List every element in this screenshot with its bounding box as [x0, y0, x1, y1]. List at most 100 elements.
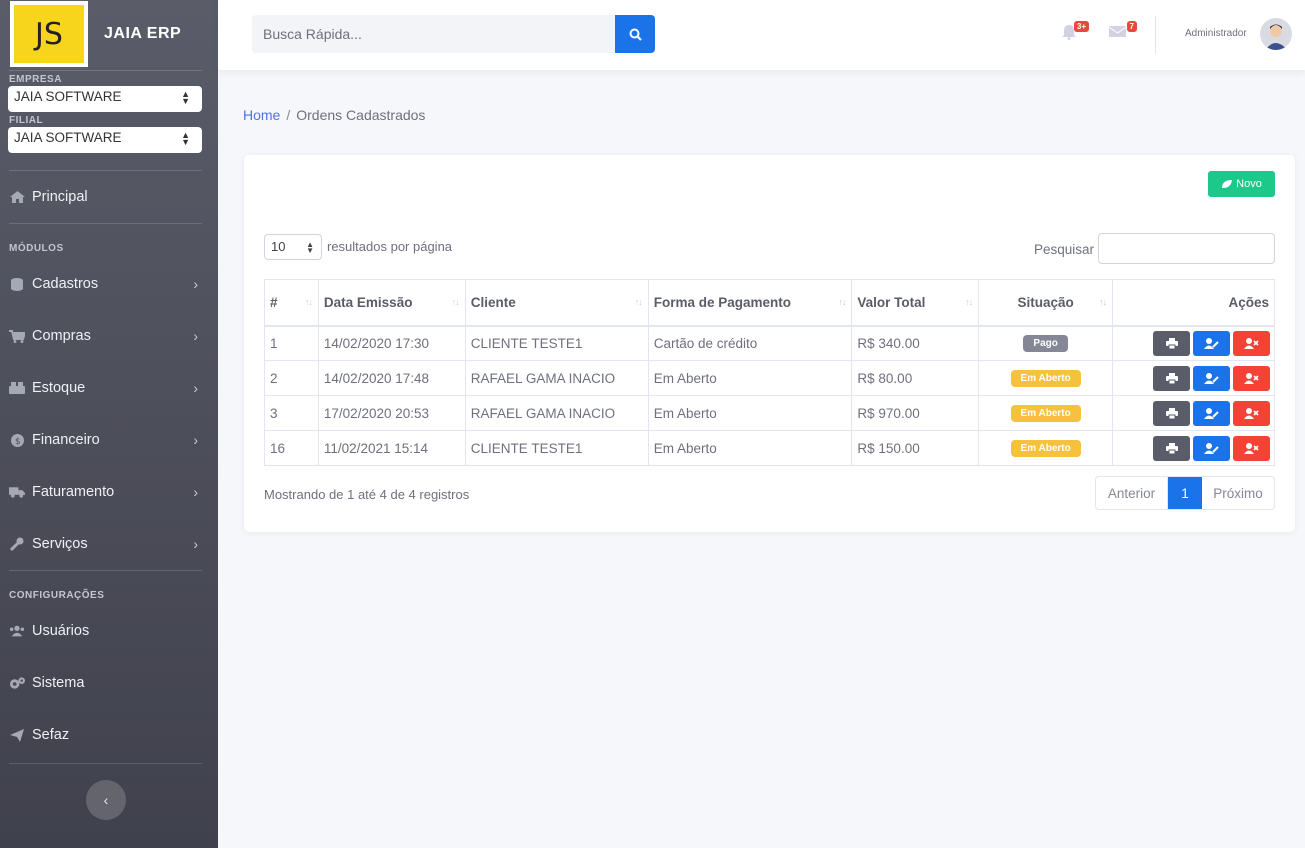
cell-data-emissao: 11/02/2021 15:14 [317, 430, 466, 466]
nav-principal[interactable]: Principal [0, 171, 218, 223]
cell-forma-pagamento: Cartão de crédito [647, 325, 853, 361]
nav-compras[interactable]: Compras › [0, 310, 218, 362]
user-remove-icon [1244, 407, 1259, 419]
column-header[interactable]: Data Emissão ↑↓ [317, 279, 466, 327]
empresa-value: JAIA SOFTWARE [14, 89, 122, 104]
select-arrows-icon: ▲ ▼ [181, 89, 190, 106]
edit-button[interactable] [1193, 435, 1230, 461]
status-badge: Pago [1023, 335, 1068, 353]
sidebar: JS JAIA ERP EMPRESA JAIA SOFTWARE ▲ ▼ FIL… [0, 0, 218, 848]
cell-id: 1 [264, 325, 319, 361]
user-edit-icon [1204, 442, 1219, 454]
nav-sistema[interactable]: Sistema [0, 657, 218, 709]
print-button[interactable] [1153, 400, 1190, 426]
sidebar-toggle-button[interactable]: ‹ [86, 780, 126, 820]
column-header[interactable]: Valor Total ↑↓ [851, 279, 980, 327]
delete-button[interactable] [1233, 435, 1270, 461]
users-icon [9, 625, 25, 637]
search-button[interactable] [615, 15, 655, 53]
nav-financeiro-label: Financeiro [32, 432, 100, 448]
table-row[interactable]: 16 11/02/2021 15:14 CLIENTE TESTE1 Em Abert… [264, 430, 1275, 466]
pagination-previous[interactable]: Anterior [1096, 477, 1168, 509]
nav-usuarios[interactable]: Usuários [0, 605, 218, 657]
delete-button[interactable] [1233, 365, 1270, 391]
alerts-button[interactable]: 3+ [1061, 21, 1089, 44]
user-remove-icon [1244, 442, 1259, 454]
column-header[interactable]: Cliente ↑↓ [464, 279, 649, 327]
empresa-select[interactable]: JAIA SOFTWARE ▲ ▼ [8, 86, 202, 112]
nav-estoque[interactable]: Estoque › [0, 362, 218, 414]
home-icon [9, 191, 25, 203]
app-name: JAIA ERP [104, 25, 182, 42]
edit-button[interactable] [1193, 365, 1230, 391]
pagination-page[interactable]: 1 [1168, 477, 1202, 509]
envelope-icon [1108, 26, 1127, 37]
nav-servicos-label: Serviços [32, 536, 88, 552]
cell-acoes [1112, 360, 1275, 396]
avatar[interactable] [1260, 18, 1292, 50]
print-icon [1165, 442, 1178, 454]
filial-label: FILIAL [9, 115, 44, 126]
column-header[interactable]: Situação ↑↓ [978, 279, 1114, 327]
nav-estoque-label: Estoque [32, 380, 86, 396]
search-input[interactable] [252, 15, 615, 53]
delete-button[interactable] [1233, 400, 1270, 426]
username[interactable]: Administrador [1185, 28, 1247, 39]
status-badge: Em Aberto [1010, 370, 1081, 387]
breadcrumb: Home / Ordens Cadastrados [243, 107, 425, 123]
cell-data-emissao: 17/02/2020 20:53 [317, 395, 466, 431]
table-row[interactable]: 2 14/02/2020 17:48 RAFAEL GAMA INACIO Em Ab… [264, 360, 1275, 396]
column-header[interactable]: Forma de Pagamento ↑↓ [647, 279, 853, 327]
cell-id: 3 [264, 395, 319, 431]
status-badge: Em Aberto [1010, 405, 1081, 422]
nav-compras-label: Compras [32, 328, 91, 344]
cell-situacao: Em Aberto [978, 430, 1114, 466]
table-search-input[interactable] [1098, 233, 1275, 264]
cell-valor-total: R$ 340.00 [851, 325, 980, 361]
filial-select[interactable]: JAIA SOFTWARE ▲ ▼ [8, 127, 202, 153]
cell-valor-total: R$ 80.00 [851, 360, 980, 396]
chevron-left-icon: ‹ [103, 792, 109, 808]
table-row[interactable]: 1 14/02/2020 17:30 CLIENTE TESTE1 Cartão de… [264, 325, 1275, 361]
edit-button[interactable] [1193, 330, 1230, 356]
novo-button[interactable]: Novo [1208, 171, 1275, 197]
messages-button[interactable]: 7 [1108, 21, 1137, 44]
nav-faturamento[interactable]: Faturamento › [0, 466, 218, 518]
pagination-next[interactable]: Próximo [1202, 477, 1274, 509]
search-icon [629, 28, 642, 41]
chevron-right-icon: › [193, 328, 198, 344]
print-button[interactable] [1153, 435, 1190, 461]
print-icon [1165, 372, 1178, 384]
topbar: 3+ 7 Administrador [218, 0, 1305, 70]
print-button[interactable] [1153, 330, 1190, 356]
print-icon [1165, 337, 1178, 349]
brand[interactable]: JS JAIA ERP [0, 0, 218, 68]
page-length-select[interactable]: 10 ▲ ▼ [264, 234, 322, 260]
page-length-label: resultados por página [327, 239, 453, 254]
nav-cadastros[interactable]: Cadastros › [0, 258, 218, 310]
cell-forma-pagamento: Em Aberto [647, 360, 853, 396]
breadcrumb-separator: / [286, 107, 291, 123]
nav-servicos[interactable]: Serviços › [0, 518, 218, 570]
breadcrumb-current: Ordens Cadastrados [296, 107, 426, 123]
user-remove-icon [1244, 337, 1259, 349]
delete-button[interactable] [1233, 330, 1270, 356]
select-arrows-icon: ▲ ▼ [306, 240, 314, 255]
column-header: Ações [1112, 279, 1275, 327]
user-edit-icon [1204, 372, 1219, 384]
nav-sefaz[interactable]: Sefaz [0, 709, 218, 761]
nav-financeiro[interactable]: $ Financeiro › [0, 414, 218, 466]
configuracoes-label: CONFIGURAÇÕES [9, 589, 105, 601]
edit-button[interactable] [1193, 400, 1230, 426]
sort-icon: ↑↓ [451, 297, 460, 307]
cell-acoes [1112, 395, 1275, 431]
print-button[interactable] [1153, 365, 1190, 391]
cogs-icon [9, 676, 25, 689]
nav-usuarios-label: Usuários [32, 623, 90, 639]
breadcrumb-home[interactable]: Home [243, 107, 280, 123]
pagination: Anterior 1 Próximo [1095, 476, 1275, 510]
table-row[interactable]: 3 17/02/2020 20:53 RAFAEL GAMA INACIO Em Ab… [264, 395, 1275, 431]
user-edit-icon [1204, 337, 1219, 349]
cell-situacao: Pago [978, 325, 1114, 361]
column-header[interactable]: # ↑↓ [264, 279, 319, 327]
